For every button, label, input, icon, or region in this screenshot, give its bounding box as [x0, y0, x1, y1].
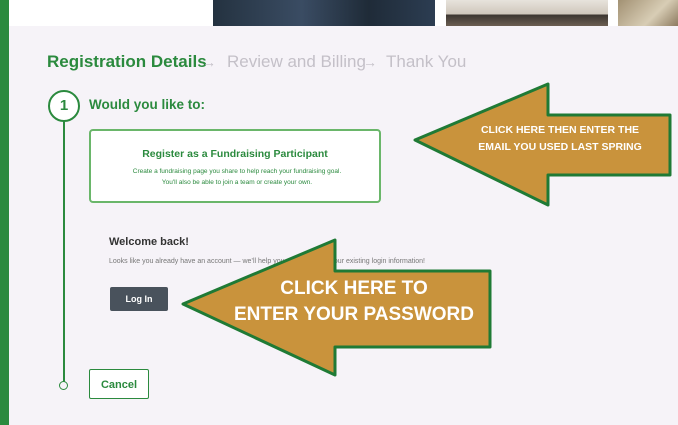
callout-bottom-text: CLICK HERE TO ENTER YOUR PASSWORD — [226, 276, 482, 328]
callout-top-line: EMAIL YOU USED LAST SPRING — [478, 141, 642, 153]
callout-bottom-line: CLICK HERE TO — [280, 278, 428, 299]
callout-arrows — [181, 82, 672, 377]
screenshot: Registration Details → Review and Billin… — [0, 0, 678, 425]
callout-bottom-line: ENTER YOUR PASSWORD — [234, 304, 474, 325]
callout-top-text: CLICK HERE THEN ENTER THE EMAIL YOU USED… — [455, 122, 665, 156]
callout-top-line: CLICK HERE THEN ENTER THE — [480, 124, 640, 136]
